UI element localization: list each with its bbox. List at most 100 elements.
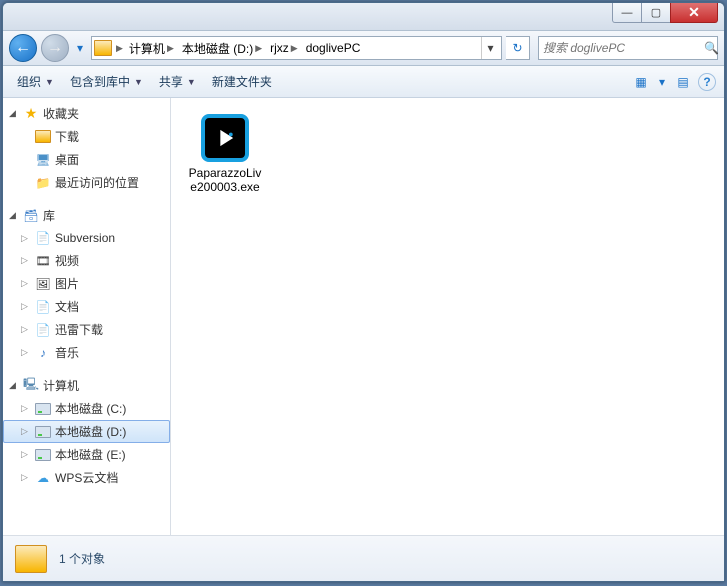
- sidebar-item-music[interactable]: ▷ ♪音乐: [3, 341, 170, 364]
- sidebar-item-label: 最近访问的位置: [55, 174, 139, 191]
- include-library-menu[interactable]: 包含到库中▼: [64, 69, 149, 94]
- chevron-down-icon: ▼: [134, 77, 143, 87]
- share-label: 共享: [159, 73, 183, 90]
- expand-icon: ▷: [21, 324, 31, 335]
- chevron-down-icon: ▼: [187, 77, 196, 87]
- desktop-icon: 🖥: [35, 152, 51, 168]
- sidebar-item-pictures[interactable]: ▷🖼图片: [3, 272, 170, 295]
- view-mode-dropdown[interactable]: ▾: [656, 71, 668, 93]
- favorites-group: ◢ ★ 收藏夹 下载 🖥桌面 📁最近访问的位置: [3, 102, 170, 194]
- sidebar-item-recent[interactable]: 📁最近访问的位置: [3, 171, 170, 194]
- titlebar: — ▢ ✕: [3, 3, 724, 31]
- breadcrumb-label: rjxz: [270, 41, 289, 55]
- share-menu[interactable]: 共享 ▼: [153, 69, 202, 94]
- file-list[interactable]: PaparazzoLive200003.exe: [171, 98, 724, 535]
- sidebar-item-label: WPS云文档: [55, 469, 118, 486]
- video-icon: 🎞: [35, 253, 51, 269]
- sidebar-item-label: 视频: [55, 252, 79, 269]
- body: ◢ ★ 收藏夹 下载 🖥桌面 📁最近访问的位置 ◢ 🗃 库 ▷ 📄 Subversi…: [3, 98, 724, 535]
- drive-icon: [35, 403, 51, 415]
- libraries-label: 库: [43, 207, 55, 224]
- sidebar-item-desktop[interactable]: 🖥桌面: [3, 148, 170, 171]
- forward-button[interactable]: →: [41, 34, 69, 62]
- sidebar-item-xunlei[interactable]: ▷📄迅雷下载: [3, 318, 170, 341]
- sidebar-item-drive-d[interactable]: ▷ 本地磁盘 (D:): [3, 420, 170, 443]
- sidebar-item-label: Subversion: [55, 231, 115, 245]
- drive-icon: [35, 426, 51, 438]
- new-folder-button[interactable]: 新建文件夹: [206, 69, 278, 94]
- document-icon: 📄: [35, 230, 51, 246]
- breadcrumb-rjxz[interactable]: rjxz▶: [268, 37, 300, 59]
- expand-icon: ▷: [21, 472, 31, 483]
- sidebar-item-label: 文档: [55, 298, 79, 315]
- maximize-button[interactable]: ▢: [641, 3, 671, 23]
- navigation-bar: ← → ▾ ▶ 计算机▶ 本地磁盘 (D:)▶ rjxz▶ doglivePC …: [3, 31, 724, 66]
- sidebar-item-label: 桌面: [55, 151, 79, 168]
- chevron-right-icon: ▶: [291, 43, 298, 54]
- sidebar-item-label: 本地磁盘 (D:): [55, 423, 126, 440]
- preview-pane-button[interactable]: ▤: [672, 71, 694, 93]
- cloud-icon: ☁: [35, 470, 51, 486]
- refresh-button[interactable]: ↻: [506, 36, 530, 60]
- sidebar-item-label: 图片: [55, 275, 79, 292]
- sidebar-item-drive-e[interactable]: ▷ 本地磁盘 (E:): [3, 443, 170, 466]
- search-input[interactable]: [543, 41, 700, 55]
- sidebar-item-subversion[interactable]: ▷ 📄 Subversion: [3, 227, 170, 249]
- breadcrumb-drive-d[interactable]: 本地磁盘 (D:)▶: [180, 37, 264, 59]
- computer-label: 计算机: [43, 377, 79, 394]
- expand-icon: ▷: [21, 347, 31, 358]
- breadcrumb-label: doglivePC: [306, 41, 361, 55]
- collapse-icon: ◢: [9, 210, 19, 221]
- organize-menu[interactable]: 组织 ▼: [11, 69, 60, 94]
- expand-icon: ▷: [21, 426, 31, 437]
- search-box[interactable]: 🔍: [538, 36, 718, 60]
- navigation-pane: ◢ ★ 收藏夹 下载 🖥桌面 📁最近访问的位置 ◢ 🗃 库 ▷ 📄 Subversi…: [3, 98, 171, 535]
- document-icon: 📄: [35, 299, 51, 315]
- app-icon: [201, 114, 249, 162]
- favorites-label: 收藏夹: [43, 105, 79, 122]
- library-icon: 🗃: [23, 208, 39, 224]
- libraries-header[interactable]: ◢ 🗃 库: [3, 204, 170, 227]
- sidebar-item-label: 音乐: [55, 344, 79, 361]
- status-text: 1 个对象: [59, 550, 105, 567]
- expand-icon: ▷: [21, 301, 31, 312]
- expand-icon: ▷: [21, 233, 31, 244]
- favorites-header[interactable]: ◢ ★ 收藏夹: [3, 102, 170, 125]
- folder-icon: [94, 40, 112, 56]
- view-mode-button[interactable]: ▦: [630, 71, 652, 93]
- address-dropdown[interactable]: ▾: [481, 37, 499, 59]
- file-item[interactable]: PaparazzoLive200003.exe: [183, 110, 267, 199]
- music-icon: ♪: [35, 345, 51, 361]
- sidebar-item-wps-cloud[interactable]: ▷ ☁WPS云文档: [3, 466, 170, 489]
- close-button[interactable]: ✕: [670, 3, 718, 23]
- status-bar: 1 个对象: [3, 535, 724, 581]
- sidebar-item-downloads[interactable]: 下载: [3, 125, 170, 148]
- history-dropdown[interactable]: ▾: [73, 36, 87, 60]
- file-name: PaparazzoLive200003.exe: [187, 166, 263, 195]
- computer-icon: 🖳: [23, 378, 39, 394]
- expand-icon: ▷: [21, 403, 31, 414]
- sidebar-item-label: 迅雷下载: [55, 321, 103, 338]
- folder-icon: [35, 130, 51, 143]
- organize-label: 组织: [17, 73, 41, 90]
- computer-header[interactable]: ◢ 🖳 计算机: [3, 374, 170, 397]
- breadcrumb-computer[interactable]: 计算机▶: [127, 37, 176, 59]
- minimize-button[interactable]: —: [612, 3, 642, 23]
- breadcrumb-label: 计算机: [129, 40, 165, 57]
- sidebar-item-documents[interactable]: ▷ 📄文档: [3, 295, 170, 318]
- expand-icon: ▷: [21, 255, 31, 266]
- sidebar-item-videos[interactable]: ▷ 🎞视频: [3, 249, 170, 272]
- star-icon: ★: [23, 106, 39, 122]
- help-button[interactable]: ?: [698, 73, 716, 91]
- sidebar-item-drive-c[interactable]: ▷本地磁盘 (C:): [3, 397, 170, 420]
- breadcrumb-label: 本地磁盘 (D:): [182, 40, 253, 57]
- collapse-icon: ◢: [9, 108, 19, 119]
- address-bar[interactable]: ▶ 计算机▶ 本地磁盘 (D:)▶ rjxz▶ doglivePC ▾: [91, 36, 502, 60]
- picture-icon: 🖼: [35, 276, 51, 292]
- drive-icon: [35, 449, 51, 461]
- expand-icon: ▷: [21, 449, 31, 460]
- back-button[interactable]: ←: [9, 34, 37, 62]
- sidebar-item-label: 本地磁盘 (E:): [55, 446, 126, 463]
- breadcrumb-doglivepc[interactable]: doglivePC: [304, 37, 363, 59]
- chevron-down-icon: ▼: [45, 77, 54, 87]
